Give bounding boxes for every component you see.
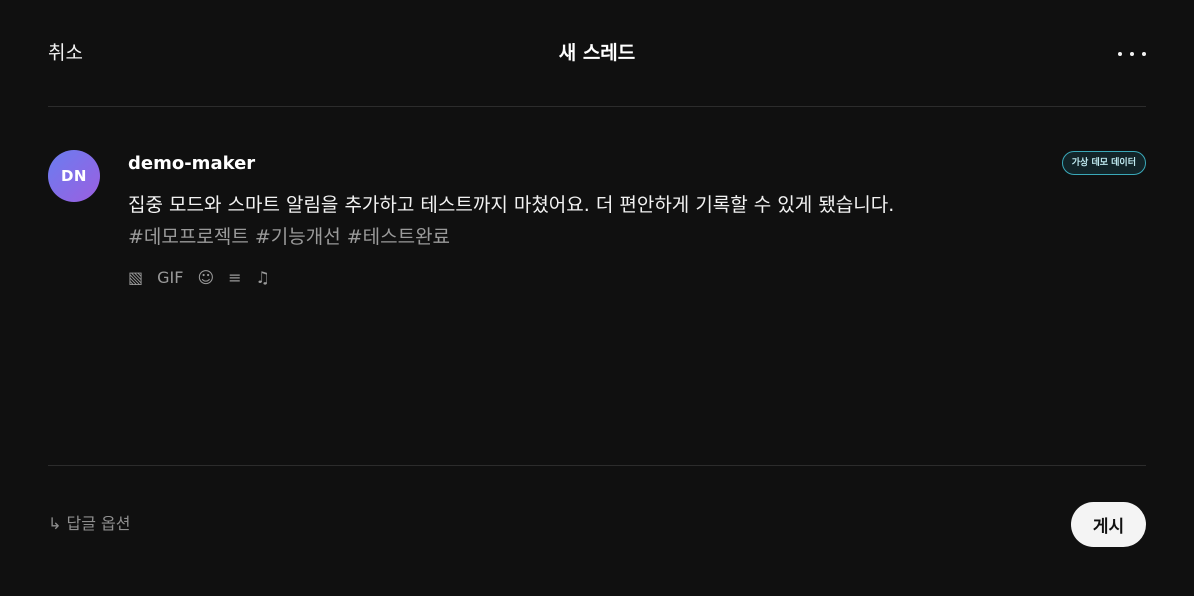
attachment-toolbar: ▧ GIF ☺ ≡ ♫ [128, 266, 270, 290]
more-options-icon[interactable] [1118, 44, 1146, 64]
post-button[interactable]: 게시 [1071, 502, 1146, 547]
username: demo-maker [128, 153, 256, 174]
gif-button[interactable]: GIF [157, 266, 183, 290]
image-icon[interactable]: ▧ [128, 266, 143, 290]
more-dot [1142, 52, 1146, 56]
page-title: 새 스레드 [558, 42, 636, 64]
music-icon[interactable]: ♫ [256, 266, 270, 290]
new-thread-page: 취소 새 스레드 DN demo-maker 가상 데모 데이터 집중 모드와 … [0, 0, 1194, 596]
avatar: DN [48, 150, 100, 202]
demo-data-badge: 가상 데모 데이터 [1061, 151, 1146, 175]
thread-text-input[interactable]: 집중 모드와 스마트 알림을 추가하고 테스트까지 마쳤어요. 더 편안하게 기… [128, 190, 1128, 220]
header: 취소 새 스레드 [48, 0, 1146, 107]
hashtags[interactable]: #데모프로젝트 #기능개선 #테스트완료 [128, 222, 450, 252]
divider [48, 465, 1146, 466]
emoji-icon[interactable]: ☺ [197, 266, 214, 290]
more-dot [1118, 52, 1122, 56]
list-icon[interactable]: ≡ [228, 266, 241, 290]
reply-options-button[interactable]: ↳ 답글 옵션 [48, 512, 130, 536]
more-dot [1130, 52, 1134, 56]
